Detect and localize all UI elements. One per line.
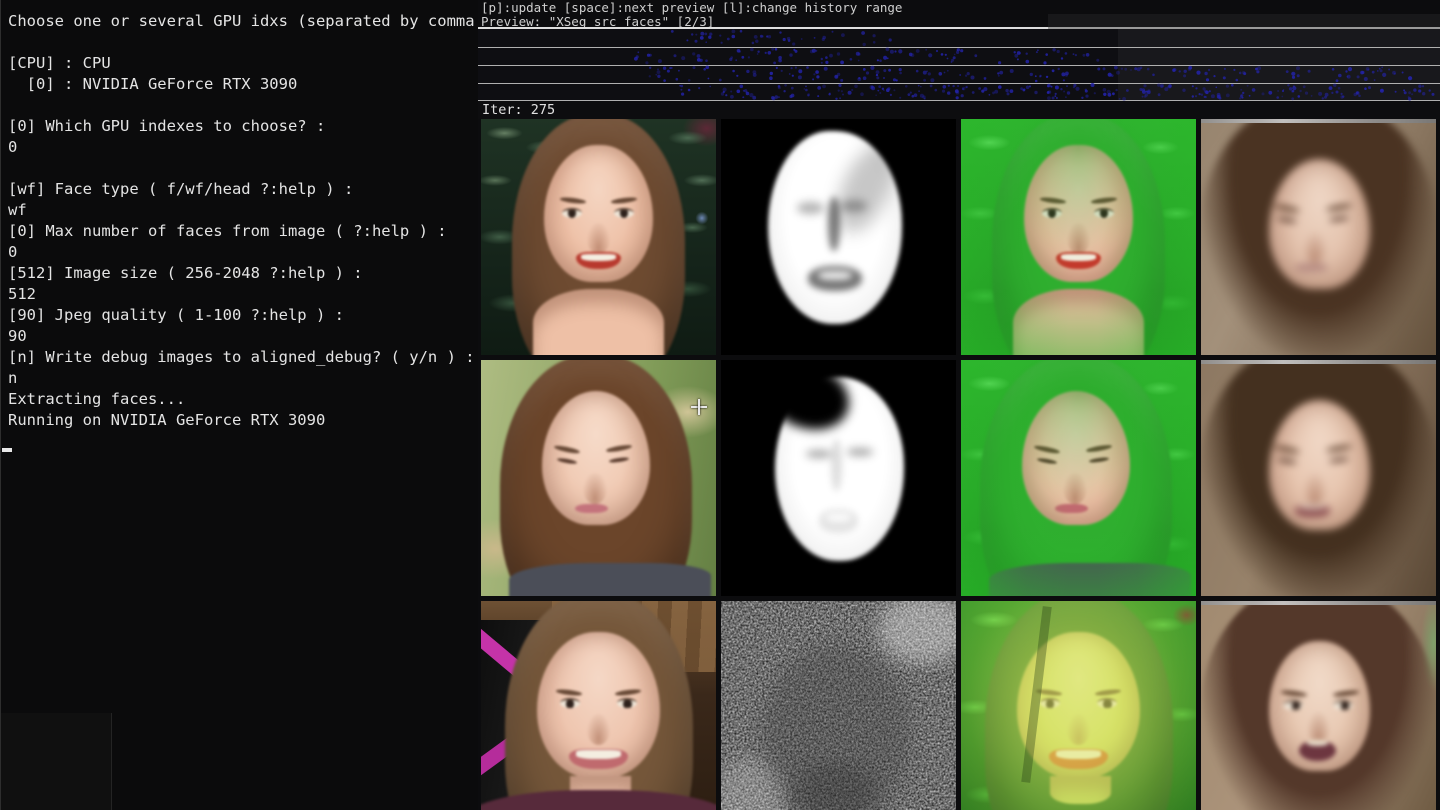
mask-overlay-r2-person <box>961 360 1196 596</box>
terminal-output: Choose one or several GPU idxs (separate… <box>1 0 479 431</box>
terminal-cursor <box>2 448 12 452</box>
noise-texture-image <box>721 601 956 810</box>
loss-dots <box>478 29 1440 105</box>
cell-edge-strip <box>1201 601 1436 605</box>
iter-value: 275 <box>531 102 555 118</box>
header-band <box>1048 14 1440 28</box>
xseg-mask-r1 <box>721 119 956 355</box>
predicted-face-r1-person <box>1201 119 1436 355</box>
source-face-r2 <box>481 360 716 596</box>
terminal-window[interactable]: Choose one or several GPU idxs (separate… <box>0 0 479 810</box>
predicted-face-r1 <box>1201 119 1436 355</box>
iteration-counter: Iter: 275 <box>478 102 1440 119</box>
shortcut-hints: [p]:update [space]:next preview [l]:chan… <box>481 1 902 14</box>
loss-history-graph <box>478 29 1440 101</box>
cell-edge-strip <box>1201 119 1436 123</box>
source-face-r3 <box>481 601 716 810</box>
iter-label: Iter: <box>482 102 523 118</box>
cell-edge-strip <box>1201 360 1436 364</box>
source-face-r2-person <box>481 360 716 596</box>
mask-blob <box>775 377 904 561</box>
screen-artifact-patch <box>1 713 111 810</box>
mask-overlay-r1 <box>961 119 1196 355</box>
deepfacelab-screen: Choose one or several GPU idxs (separate… <box>0 0 1440 810</box>
training-preview-window[interactable]: [p]:update [space]:next preview [l]:chan… <box>478 0 1440 810</box>
preview-grid <box>481 119 1436 810</box>
mask-blob <box>768 131 902 325</box>
mask-overlay-r2 <box>961 360 1196 596</box>
xseg-mask-r2 <box>721 360 956 596</box>
xseg-texture-r3 <box>721 601 956 810</box>
mask-overlay-r1-person <box>961 119 1196 355</box>
mask-overlay-r3-person <box>961 601 1196 810</box>
source-face-r1 <box>481 119 716 355</box>
source-face-r1-person <box>481 119 716 355</box>
screen-artifact-line <box>111 713 112 810</box>
predicted-face-r2 <box>1201 360 1436 596</box>
predicted-face-r3 <box>1201 601 1436 810</box>
predicted-face-r3-person <box>1201 601 1436 810</box>
source-face-r3-person <box>481 601 716 810</box>
mask-overlay-r3 <box>961 601 1196 810</box>
predicted-face-r2-person <box>1201 360 1436 596</box>
